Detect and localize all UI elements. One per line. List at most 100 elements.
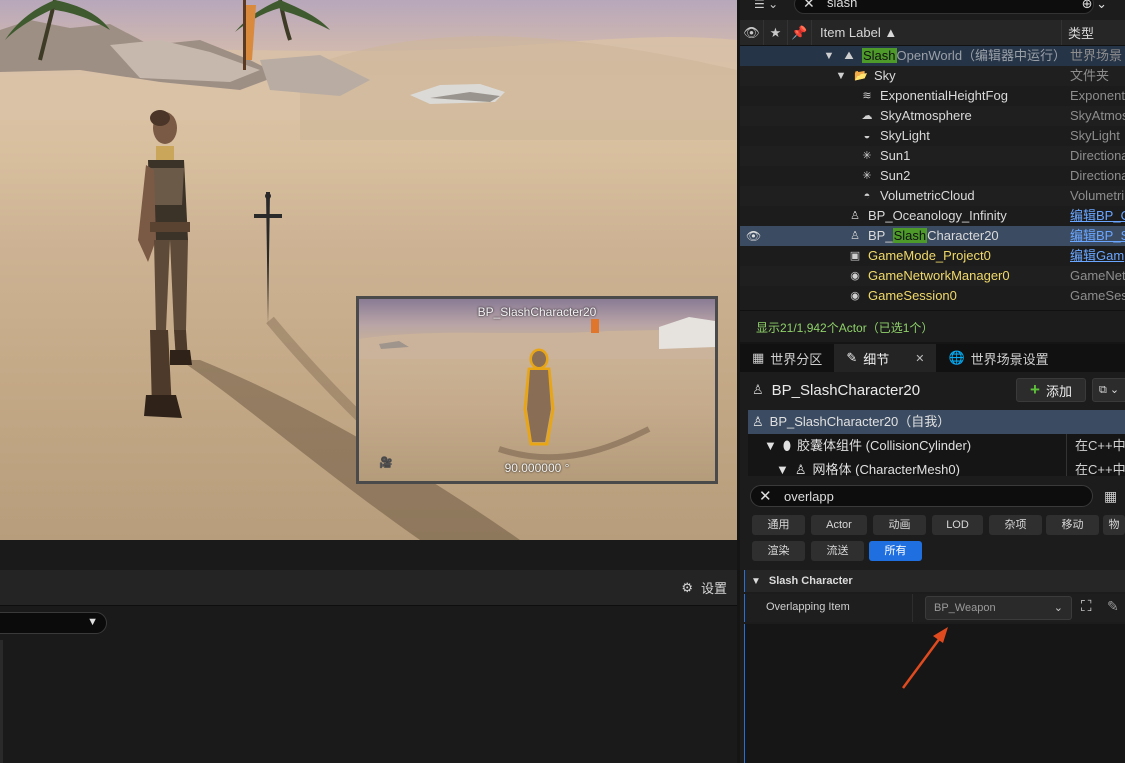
category-all[interactable]: 所有: [869, 541, 922, 561]
pawn-icon: ♙: [752, 414, 764, 429]
outliner-header: 👁 ★ 📌 Item Label ▲ 类型: [740, 20, 1125, 46]
chevron-down-icon[interactable]: ▼: [776, 458, 789, 476]
settings-button[interactable]: ⚙ 设置: [681, 578, 727, 597]
pencil-icon: ✎: [846, 350, 858, 365]
close-icon[interactable]: ✕: [915, 352, 924, 365]
tab-world-settings[interactable]: 🌐 世界场景设置: [936, 344, 1060, 372]
actor-name: BP_SlashCharacter20: [771, 381, 921, 399]
sun-icon: ✳: [862, 150, 872, 162]
item-label: GameMode_Project0: [868, 248, 991, 263]
tab-label: 细节: [863, 351, 890, 367]
skylight-icon: ◒: [863, 130, 871, 142]
category-streaming[interactable]: 流送: [811, 541, 864, 561]
panel-tabs: ▦ 世界分区 ✎ 细节 ✕ 🌐 世界场景设置: [740, 344, 1125, 372]
component-row[interactable]: ♙ BP_SlashCharacter20（自我）: [748, 410, 1125, 434]
component-source: 在C++中编: [1066, 434, 1125, 458]
list-item[interactable]: ▣ GameMode_Project0 编辑Gam: [740, 246, 1125, 266]
preview-title: BP_SlashCharacter20: [477, 305, 597, 319]
globe-icon: 🌐: [948, 350, 965, 365]
close-icon[interactable]: ✕: [803, 0, 815, 12]
list-item[interactable]: ▼ ⛰ SlashOpenWorld（编辑器中运行） 世界场景: [740, 46, 1125, 66]
capsule-icon: ⬮: [782, 438, 792, 453]
list-item[interactable]: ◉ GameSession0 GameSes: [740, 286, 1125, 306]
filter-icon[interactable]: ☰ ⌄: [754, 0, 778, 11]
category-lod[interactable]: LOD: [932, 515, 983, 535]
item-label: SkyLight: [880, 128, 930, 143]
chevron-down-icon[interactable]: ▼: [764, 434, 777, 458]
component-tree: ♙ BP_SlashCharacter20（自我） ▼ ⬮ 胶囊体组件 (Collis…: [748, 410, 1125, 476]
component-row[interactable]: ▼ ♙ 网格体 (CharacterMesh0) 在C++中编: [748, 458, 1125, 476]
level-viewport[interactable]: BP_SlashCharacter20 🎥 90.000000 °: [0, 0, 737, 540]
category-misc[interactable]: 杂项: [989, 515, 1042, 535]
item-type: 世界场景: [1070, 48, 1123, 63]
list-item[interactable]: ♙ BP_Oceanology_Infinity 编辑BP_O: [740, 206, 1125, 226]
column-type[interactable]: 类型: [1062, 23, 1094, 42]
list-item[interactable]: ◒ SkyLight SkyLight: [740, 126, 1125, 146]
edit-blueprint-link[interactable]: 编辑Gam: [1070, 246, 1125, 266]
eyedropper-icon[interactable]: ✎: [1107, 598, 1119, 615]
pin-icon[interactable]: 📌: [788, 20, 812, 45]
chevron-down-icon: ⌄: [1053, 602, 1063, 614]
column-item-label[interactable]: Item Label ▲: [812, 20, 1062, 45]
outliner-toolbar: ☰ ⌄ ✕ slash ⊕ ⌄: [740, 0, 1125, 20]
blueprint-options-button[interactable]: ⧉ ⌄: [1092, 378, 1125, 402]
select-actor-icon[interactable]: ⛶: [1081, 598, 1092, 615]
category-physics[interactable]: 物: [1103, 515, 1125, 535]
list-item[interactable]: ◉ GameNetworkManager0 GameNet: [740, 266, 1125, 286]
item-label: Sun2: [880, 168, 911, 183]
pawn-icon: ♙: [850, 210, 860, 222]
add-component-button[interactable]: + 添加: [1016, 378, 1086, 402]
chevron-down-icon[interactable]: ▼: [822, 49, 836, 63]
list-item-selected[interactable]: 👁 ♙ BP_SlashCharacter20 编辑BP_S: [740, 226, 1125, 246]
mesh-icon: ♙: [794, 462, 807, 476]
item-type: Volumetri: [1070, 188, 1125, 203]
panel-divider: [0, 640, 3, 763]
outliner-list: ▼ ⛰ SlashOpenWorld（编辑器中运行） 世界场景 ▼ 📂 Sky 文件夹 …: [740, 46, 1125, 306]
item-label: ExponentialHeightFog: [880, 88, 1008, 103]
add-icon[interactable]: ⊕ ⌄: [1082, 0, 1107, 12]
fog-icon: ≋: [862, 90, 872, 102]
tab-label: 世界分区: [770, 351, 823, 367]
component-source: 在C++中编: [1066, 458, 1125, 476]
plus-icon: +: [1030, 380, 1040, 399]
list-item[interactable]: ☁ SkyAtmosphere SkyAtmos: [740, 106, 1125, 126]
list-item[interactable]: ◓ VolumetricCloud Volumetri: [740, 186, 1125, 206]
outliner-search-input[interactable]: ✕ slash: [794, 0, 1094, 14]
folder-icon: 📂: [854, 70, 868, 82]
item-type: Directiona: [1070, 168, 1125, 183]
item-label: Sun1: [880, 148, 911, 163]
world-outliner: ☰ ⌄ ✕ slash ⊕ ⌄ 👁 ★ 📌 Item Label ▲ 类型 ▼ ⛰…: [740, 0, 1125, 342]
chevron-down-icon[interactable]: ▼: [834, 69, 848, 83]
category-movement[interactable]: 移动: [1046, 515, 1099, 535]
eye-icon[interactable]: 👁: [740, 20, 764, 45]
outliner-search-value: slash: [827, 0, 858, 10]
bottom-dropdown[interactable]: ▼: [0, 612, 107, 634]
table-icon[interactable]: ▦: [1104, 488, 1117, 505]
star-icon[interactable]: ★: [764, 20, 788, 45]
select-value: BP_Weapon: [934, 602, 996, 614]
tab-world-partition[interactable]: ▦ 世界分区: [740, 344, 834, 372]
category-animation[interactable]: 动画: [873, 515, 926, 535]
item-type: GameNet: [1070, 268, 1125, 283]
list-item[interactable]: ▼ 📂 Sky 文件夹: [740, 66, 1125, 86]
list-item[interactable]: ✳ Sun2 Directiona: [740, 166, 1125, 186]
component-row[interactable]: ▼ ⬮ 胶囊体组件 (CollisionCylinder) 在C++中编: [748, 434, 1125, 458]
close-icon[interactable]: ✕: [759, 487, 772, 505]
list-item[interactable]: ✳ Sun1 Directiona: [740, 146, 1125, 166]
section-header[interactable]: ▼ Slash Character: [744, 570, 1125, 592]
list-item[interactable]: ≋ ExponentialHeightFog Exponenti: [740, 86, 1125, 106]
item-type: GameSes: [1070, 288, 1125, 303]
edit-blueprint-link[interactable]: 编辑BP_O: [1070, 206, 1125, 226]
item-label: BP_Oceanology_Infinity: [868, 208, 1007, 223]
overlapping-item-select[interactable]: BP_Weapon ⌄: [925, 596, 1072, 620]
world-icon: ⛰: [844, 50, 854, 62]
tab-details[interactable]: ✎ 细节 ✕: [834, 344, 937, 372]
category-rendering[interactable]: 渲染: [752, 541, 805, 561]
category-actor[interactable]: Actor: [811, 515, 867, 535]
category-general[interactable]: 通用: [752, 515, 805, 535]
details-search-input[interactable]: ✕ overlapp: [750, 485, 1093, 507]
edit-blueprint-link[interactable]: 编辑BP_S: [1070, 226, 1125, 246]
bottom-panel: ⚙ 设置 ▼: [0, 540, 737, 763]
component-label: 网格体 (CharacterMesh0): [812, 462, 960, 476]
eye-icon[interactable]: 👁: [746, 226, 762, 246]
